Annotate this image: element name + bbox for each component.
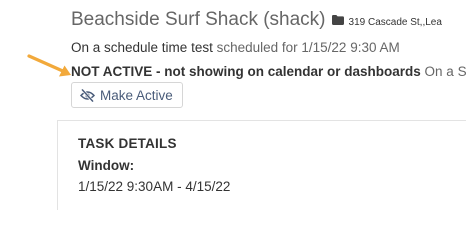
status-line: NOT ACTIVE - not showing on calendar or … (71, 64, 466, 79)
schedule-name: On a schedule time test (71, 40, 213, 55)
schedule-time: scheduled for 1/15/22 9:30 AM (216, 40, 400, 55)
task-details-card: TASK DETAILS Window: 1/15/22 9:30AM - 4/… (57, 120, 466, 210)
page-header: Beachside Surf Shack (shack) 319 Cascade … (71, 9, 442, 31)
schedule-line: On a schedule time test scheduled for 1/… (71, 40, 400, 55)
make-active-label: Make Active (100, 87, 173, 103)
window-label: Window: (78, 158, 135, 173)
make-active-button[interactable]: Make Active (71, 82, 183, 108)
window-value: 1/15/22 9:30AM - 4/15/22 (78, 179, 231, 194)
location-address: 319 Cascade St,,Lea (348, 17, 442, 28)
arrow-icon (27, 54, 71, 77)
page-title: Beachside Surf Shack (shack) (71, 9, 326, 30)
not-active-status: NOT ACTIVE - not showing on calendar or … (71, 64, 421, 79)
folder-icon (331, 15, 344, 25)
task-details-heading: TASK DETAILS (78, 136, 177, 151)
status-trailing-text: On a S (424, 64, 466, 79)
eye-slash-icon (80, 88, 95, 102)
